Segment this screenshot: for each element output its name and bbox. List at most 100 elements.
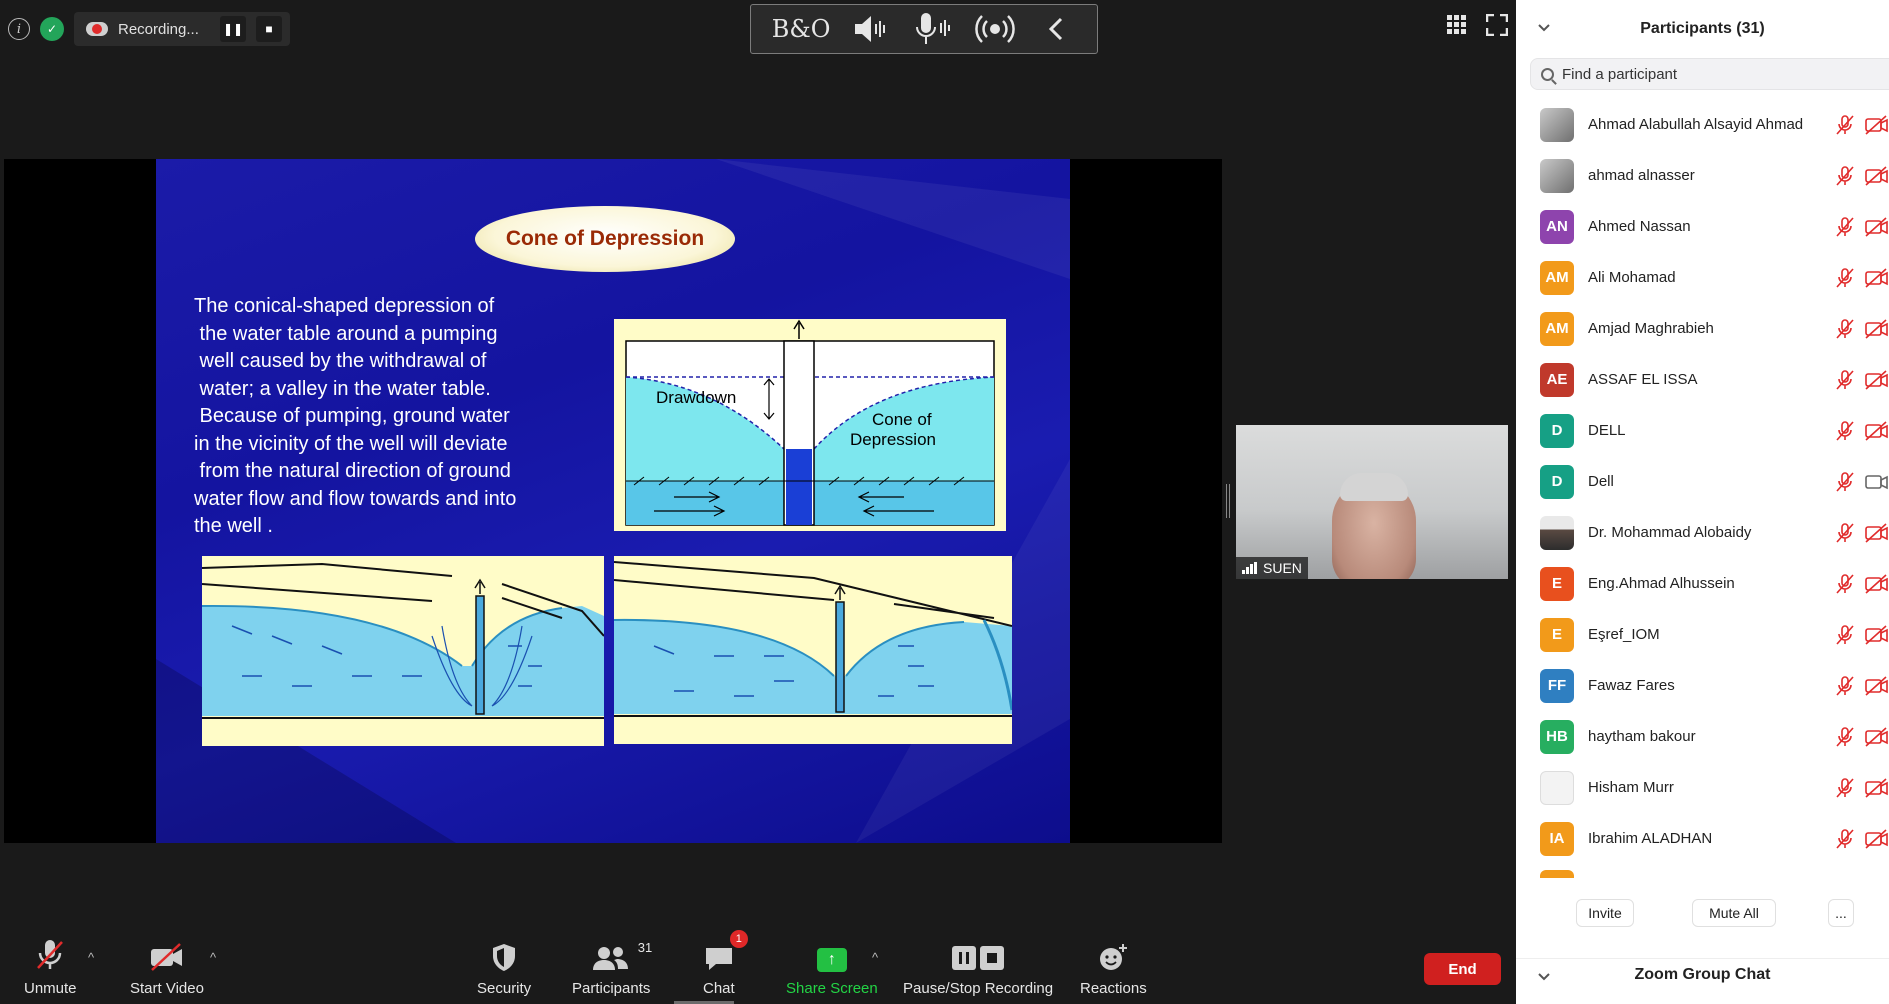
participant-row[interactable]: D Dell xyxy=(1516,456,1889,507)
participant-search-input[interactable]: Find a participant xyxy=(1530,58,1889,90)
participant-row[interactable]: Hisham Murr xyxy=(1516,762,1889,813)
audio-options-caret-icon[interactable]: ^ xyxy=(88,950,94,965)
participant-row[interactable]: AN Ahmed Nassan xyxy=(1516,201,1889,252)
participant-row[interactable]: E Eng.Ahmad Alhussein xyxy=(1516,558,1889,609)
speaker-icon[interactable] xyxy=(852,13,892,45)
muted-mic-icon xyxy=(1834,369,1856,391)
participant-name: Ahmed Nassan xyxy=(1588,218,1691,235)
participant-row[interactable]: AM Ali Mohamad xyxy=(1516,252,1889,303)
microphone-icon[interactable] xyxy=(913,11,953,47)
gallery-grid-icon[interactable] xyxy=(1446,14,1468,42)
video-off-icon xyxy=(1864,267,1889,289)
recording-indicator: Recording... ❚❚ ■ xyxy=(74,12,290,46)
muted-microphone-icon xyxy=(34,936,66,972)
participant-row[interactable]: AM Amjad Maghrabieh xyxy=(1516,303,1889,354)
share-screen-button[interactable]: ↑ Share Screen xyxy=(786,936,878,997)
participant-row[interactable]: AE ASSAF EL ISSA xyxy=(1516,354,1889,405)
muted-mic-icon xyxy=(1834,267,1856,289)
unmute-label: Unmute xyxy=(24,980,77,997)
participants-button[interactable]: 31 Participants xyxy=(572,936,652,997)
participant-name: DELL xyxy=(1588,422,1626,439)
unmute-button[interactable]: Unmute xyxy=(24,936,77,997)
muted-mic-icon xyxy=(1834,573,1856,595)
participant-avatar: IA xyxy=(1540,821,1574,856)
participant-row[interactable]: FF Fawaz Fares xyxy=(1516,660,1889,711)
slide-body-text: The conical-shaped depression of the wat… xyxy=(194,293,584,541)
participant-row[interactable]: Ahmad Alabullah Alsayid Ahmad xyxy=(1516,99,1889,150)
participant-row[interactable]: Dr. Mohammad Alobaidy xyxy=(1516,507,1889,558)
pause-stop-recording-button[interactable]: Pause/Stop Recording xyxy=(903,936,1053,997)
participant-row[interactable]: D DELL xyxy=(1516,405,1889,456)
stop-recording-icon[interactable]: ■ xyxy=(256,16,282,42)
share-screen-label: Share Screen xyxy=(786,980,878,997)
security-button[interactable]: Security xyxy=(477,936,531,997)
mute-all-button[interactable]: Mute All xyxy=(1692,899,1776,927)
participant-avatar: E xyxy=(1540,566,1574,601)
share-options-caret-icon[interactable]: ^ xyxy=(872,950,878,965)
participant-row[interactable]: E Eşref_IOM xyxy=(1516,609,1889,660)
participant-name: Ibrahim ALADHAN xyxy=(1588,830,1713,847)
video-off-icon xyxy=(1864,114,1889,136)
start-video-button[interactable]: Start Video xyxy=(130,936,204,997)
chat-unread-badge: 1 xyxy=(729,930,748,948)
participants-icon: 31 xyxy=(592,936,652,972)
video-options-caret-icon[interactable]: ^ xyxy=(210,950,216,965)
meeting-toolbar: Unmute ^ Start Video ^ Security 31 Parti… xyxy=(0,928,1516,1004)
encryption-shield-icon[interactable]: ✓ xyxy=(40,17,64,41)
shared-screen: Cone of Depression The conical-shaped de… xyxy=(4,159,1222,843)
muted-mic-icon xyxy=(1834,726,1856,748)
panel-splitter-handle[interactable] xyxy=(1226,484,1230,518)
presentation-slide: Cone of Depression The conical-shaped de… xyxy=(156,159,1070,843)
participant-name: ASSAF EL ISSA xyxy=(1588,371,1698,388)
participant-avatar: D xyxy=(1540,464,1574,499)
participant-avatar: D xyxy=(1540,413,1574,448)
pause-stop-recording-label: Pause/Stop Recording xyxy=(903,980,1054,997)
chat-collapse-chevron-icon[interactable] xyxy=(1538,969,1550,985)
search-placeholder: Find a participant xyxy=(1562,65,1678,83)
participant-avatar: AE xyxy=(1540,362,1574,397)
cone-of-depression-diagram: Drawdown Cone of Depression xyxy=(614,319,1006,531)
participants-panel: Participants (31) Find a participant Ahm… xyxy=(1516,0,1889,1004)
slide-body-line: The conical-shaped depression of xyxy=(194,295,495,317)
broadcast-icon[interactable] xyxy=(975,11,1015,47)
more-options-button[interactable]: ... xyxy=(1828,899,1854,927)
participant-row[interactable]: IA Ibrahim ALADHAN xyxy=(1516,813,1889,864)
cloud-recording-icon xyxy=(86,22,108,36)
info-icon[interactable]: i xyxy=(8,18,30,40)
cone-label-line1: Cone of xyxy=(872,410,932,429)
video-off-icon xyxy=(1864,777,1889,799)
participant-name: Ali Mohamad xyxy=(1588,269,1676,286)
participant-name: Fawaz Fares xyxy=(1588,677,1675,694)
participant-avatar xyxy=(1540,158,1574,193)
chat-button[interactable]: 1 Chat xyxy=(703,930,748,997)
video-off-icon xyxy=(1864,624,1889,646)
video-camera-icon xyxy=(1864,471,1889,493)
fullscreen-icon[interactable] xyxy=(1485,13,1509,42)
pause-recording-icon[interactable]: ❚❚ xyxy=(220,16,246,42)
drawdown-label: Drawdown xyxy=(656,388,736,407)
muted-mic-icon xyxy=(1834,216,1856,238)
slide-body-line: Because of pumping, ground water xyxy=(194,405,510,427)
muted-mic-icon xyxy=(1834,471,1856,493)
participant-list: Ahmad Alabullah Alsayid Ahmad ahmad alnas… xyxy=(1516,99,1889,864)
participant-name: Eng.Ahmad Alhussein xyxy=(1588,575,1735,592)
slide-body-line: well caused by the withdrawal of xyxy=(194,350,487,372)
zoom-group-chat-header[interactable]: Zoom Group Chat xyxy=(1516,958,1889,990)
participant-row[interactable]: ahmad alnasser xyxy=(1516,150,1889,201)
reactions-button[interactable]: Reactions xyxy=(1080,936,1147,997)
participant-avatar xyxy=(1540,515,1574,550)
end-meeting-button[interactable]: End xyxy=(1424,953,1501,985)
participant-video-tile[interactable]: SUEN xyxy=(1236,425,1508,579)
slide-body-line: from the natural direction of ground xyxy=(194,460,511,482)
video-off-icon xyxy=(1864,420,1889,442)
participant-name: ahmad alnasser xyxy=(1588,167,1695,184)
video-name-label: SUEN xyxy=(1236,557,1308,579)
video-off-icon xyxy=(1864,318,1889,340)
slide-title: Cone of Depression xyxy=(475,206,735,272)
invite-button[interactable]: Invite xyxy=(1576,899,1634,927)
collapse-panel-chevron-icon[interactable] xyxy=(1538,20,1550,36)
slide-body-line: the well . xyxy=(194,515,273,537)
collapse-chevron-icon[interactable] xyxy=(1036,15,1076,43)
participant-row[interactable]: HB haytham bakour xyxy=(1516,711,1889,762)
participant-avatar xyxy=(1540,770,1574,805)
